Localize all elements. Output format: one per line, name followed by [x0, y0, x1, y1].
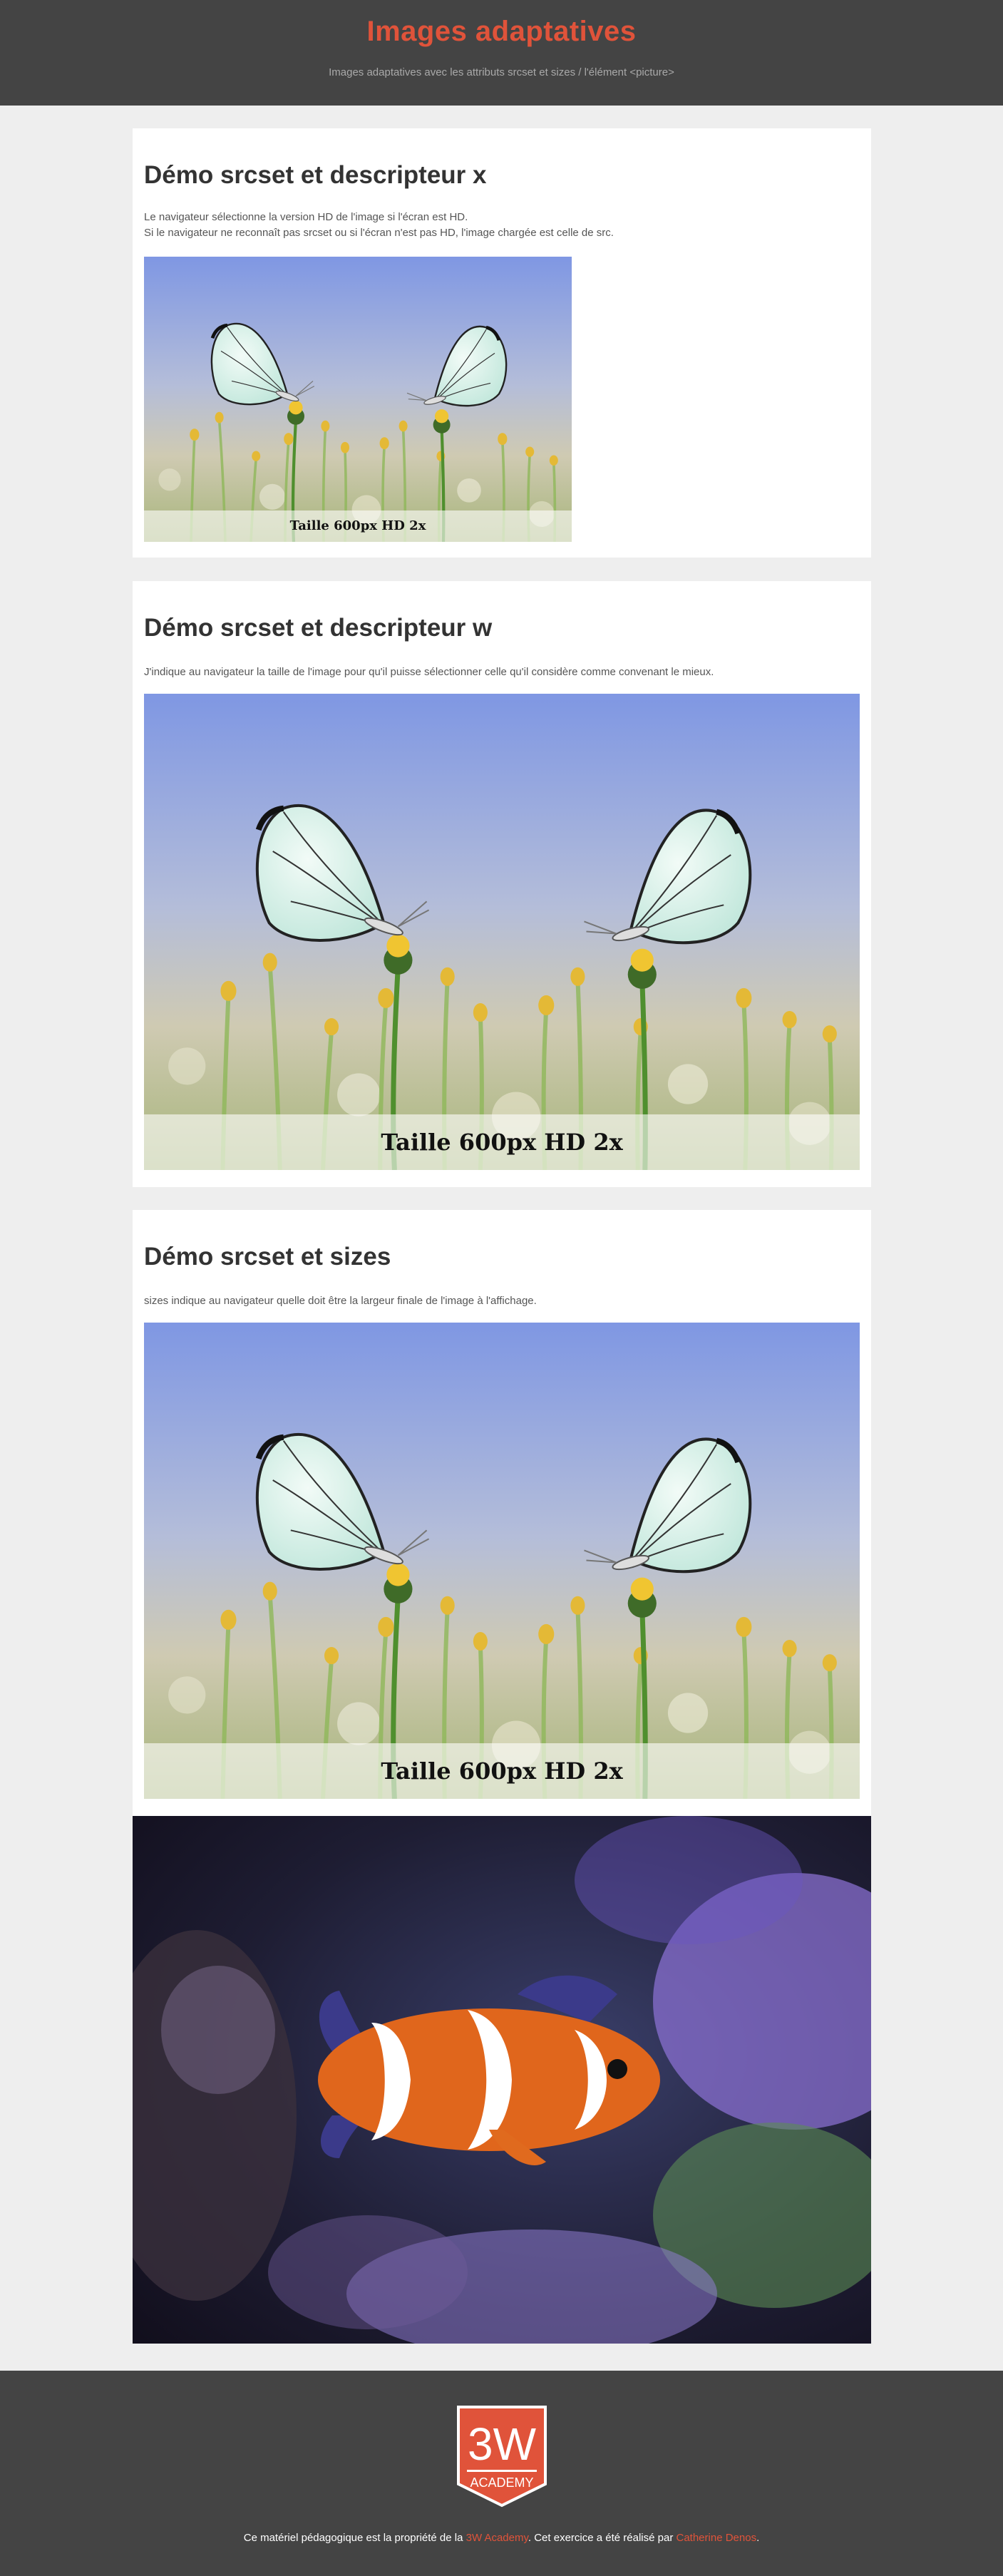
image-caption: Taille 600px HD 2x — [144, 510, 572, 542]
site-footer: 3W ACADEMY Ce matériel pédagogique est l… — [0, 2371, 1003, 2576]
site-header: Images adaptatives Images adaptatives av… — [0, 0, 1003, 106]
clownfish-image — [133, 1816, 871, 2344]
section-title: Démo srcset et descripteur x — [144, 161, 487, 189]
section-srcset-sizes: Démo srcset et sizes sizes indique au na… — [133, 1210, 871, 1816]
image-caption: Taille 600px HD 2x — [144, 1743, 860, 1799]
butterfly-image: Taille 600px HD 2x — [144, 257, 572, 542]
image-caption: Taille 600px HD 2x — [144, 1114, 860, 1170]
page-subtitle: Images adaptatives avec les attributs sr… — [329, 66, 674, 78]
footer-text-part: Ce matériel pédagogique est la propriété… — [243, 2532, 466, 2544]
footer-credits: Ce matériel pédagogique est la propriété… — [0, 2532, 1003, 2544]
author-link[interactable]: Catherine Denos — [677, 2532, 757, 2544]
section-text-line-2: Si le navigateur ne reconnaît pas srcset… — [144, 227, 614, 239]
footer-text-part: . Cet exercice a été réalisé par — [528, 2532, 677, 2544]
page-title: Images adaptatives — [366, 16, 637, 47]
logo-text: 3W — [468, 2418, 537, 2470]
section-title: Démo srcset et sizes — [144, 1243, 391, 1271]
section-srcset-w: Démo srcset et descripteur w J'indique a… — [133, 581, 871, 1187]
butterfly-image: Taille 600px HD 2x — [144, 1323, 860, 1799]
3w-academy-link[interactable]: 3W Academy — [466, 2532, 528, 2544]
3w-academy-logo[interactable]: 3W ACADEMY — [454, 2404, 550, 2508]
logo-subtext: ACADEMY — [470, 2475, 533, 2490]
section-srcset-x: Démo srcset et descripteur x Le navigate… — [133, 128, 871, 558]
section-title: Démo srcset et descripteur w — [144, 614, 493, 642]
section-text-line-1: Le navigateur sélectionne la version HD … — [144, 211, 468, 223]
section-text-line-1: J'indique au navigateur la taille de l'i… — [144, 666, 714, 678]
butterfly-image: Taille 600px HD 2x — [144, 694, 860, 1170]
section-text-line-1: sizes indique au navigateur quelle doit … — [144, 1295, 537, 1307]
footer-text-part: . — [756, 2532, 760, 2544]
